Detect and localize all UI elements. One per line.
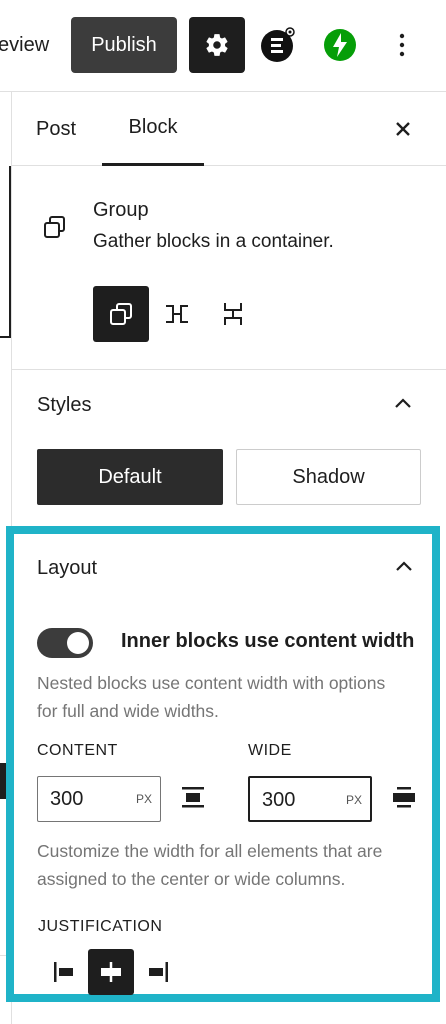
justify-left-icon xyxy=(54,962,73,982)
justify-left-button[interactable] xyxy=(42,949,88,995)
settings-button[interactable] xyxy=(189,17,245,73)
style-shadow-button[interactable]: Shadow xyxy=(236,449,421,505)
style-default-button[interactable]: Default xyxy=(37,449,223,505)
jetpack-bolt-icon xyxy=(324,29,356,61)
row-icon xyxy=(166,305,188,323)
group-block-icon xyxy=(44,216,65,238)
content-width-unit[interactable]: PX xyxy=(136,792,152,806)
wide-width-icon xyxy=(393,787,415,808)
block-description: Gather blocks in a container. xyxy=(93,231,334,252)
chevron-up-icon[interactable] xyxy=(391,392,415,416)
stack-icon xyxy=(224,303,242,325)
publish-button[interactable]: Publish xyxy=(71,17,177,73)
wide-width-unit[interactable]: PX xyxy=(346,793,362,807)
wide-width-value: 300 xyxy=(262,789,296,811)
tab-block[interactable]: Block xyxy=(102,92,204,166)
block-card: Group Gather blocks in a container. xyxy=(12,166,446,370)
variation-group-button[interactable] xyxy=(93,286,149,342)
content-width-label: CONTENT xyxy=(37,742,118,759)
close-sidebar-button[interactable] xyxy=(388,114,418,144)
wide-width-label: WIDE xyxy=(248,742,292,759)
content-width-value: 300 xyxy=(50,788,84,810)
content-width-toggle[interactable] xyxy=(37,628,93,658)
content-width-icon xyxy=(182,787,204,808)
justification-label: JUSTIFICATION xyxy=(38,918,163,935)
settings-sidebar: Post Block Group Gather blocks in a cont… xyxy=(6,92,446,1024)
content-width-toggle-label: Inner blocks use content width xyxy=(121,630,415,652)
width-help-text: Customize the width for all elements tha… xyxy=(37,841,383,889)
selected-block-outline xyxy=(0,166,11,338)
editorial-plugin-button[interactable] xyxy=(259,26,297,64)
gear-icon xyxy=(206,34,228,56)
sidebar-tabs: Post Block xyxy=(12,92,446,166)
variation-stack-button[interactable] xyxy=(205,286,261,342)
jetpack-button[interactable] xyxy=(322,27,358,63)
styles-panel-title[interactable]: Styles xyxy=(37,394,91,417)
close-icon xyxy=(396,122,410,136)
more-options-button[interactable] xyxy=(387,25,417,65)
toggle-knob xyxy=(67,632,89,654)
wide-width-input[interactable]: 300 PX xyxy=(248,776,372,822)
justify-right-button[interactable] xyxy=(134,949,180,995)
group-icon xyxy=(110,303,132,325)
editor-header: eview Publish xyxy=(0,0,446,92)
justify-center-button[interactable] xyxy=(88,949,134,995)
editorial-plugin-icon xyxy=(261,27,295,62)
block-title: Group xyxy=(93,199,149,221)
layout-panel-title[interactable]: Layout xyxy=(37,557,97,580)
justify-center-icon xyxy=(101,962,121,982)
vertical-ellipsis-icon xyxy=(399,33,405,57)
chevron-up-icon[interactable] xyxy=(392,555,416,579)
tab-post[interactable]: Post xyxy=(36,92,76,166)
content-width-input[interactable]: 300 PX xyxy=(37,776,161,822)
toggle-help-text: Nested blocks use content width with opt… xyxy=(37,673,386,721)
justify-right-icon xyxy=(149,962,168,982)
variation-row-button[interactable] xyxy=(149,286,205,342)
preview-button[interactable]: eview xyxy=(0,34,49,57)
styles-panel: Styles Default Shadow xyxy=(12,370,446,526)
